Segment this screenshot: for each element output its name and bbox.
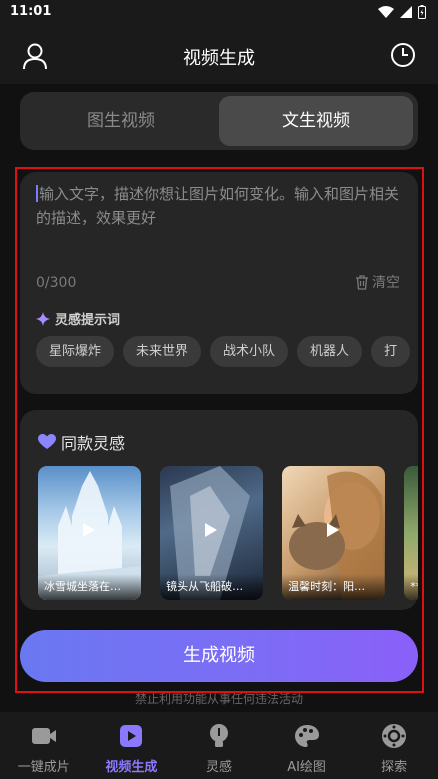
- nav-item-inspiration[interactable]: 灵感: [175, 712, 263, 779]
- history-button[interactable]: [390, 42, 416, 68]
- play-icon: [83, 523, 95, 537]
- thumbnail-card[interactable]: 冰雪城坐落在…: [38, 466, 141, 600]
- nav-label: 灵感: [205, 760, 232, 775]
- nav-label: 一键成片: [17, 760, 70, 775]
- tab-image-to-video[interactable]: 图生视频: [24, 96, 218, 146]
- thumbnail-card[interactable]: 温馨时刻：阳…: [282, 466, 386, 600]
- prompt-card: 输入文字，描述你想让图片如何变化。输入和图片相关的描述，效果更好 0/300 清…: [20, 172, 418, 394]
- page-title: 视频生成: [183, 48, 255, 69]
- tab-text-to-video[interactable]: 文生视频: [219, 96, 413, 146]
- status-icons: [378, 5, 426, 19]
- heart-icon: [38, 434, 56, 449]
- wifi-icon: [378, 6, 394, 18]
- status-bar: 11:01: [0, 0, 438, 26]
- sparkle-icon: [36, 311, 50, 326]
- chip[interactable]: 战术小队: [210, 336, 289, 367]
- signal-icon: [400, 6, 412, 18]
- mode-tabs: 图生视频 文生视频: [20, 92, 418, 150]
- nav-label: 视频生成: [105, 760, 158, 775]
- bottom-nav: 一键成片 视频生成 灵感 AI绘图 探索: [0, 712, 438, 779]
- app-header: 视频生成: [0, 26, 438, 84]
- inspiration-heading: 灵感提示词: [36, 309, 120, 328]
- trash-icon: [356, 275, 368, 290]
- similar-inspiration-card: 同款灵感 冰雪城坐落在… 镜头从飞船破… 温馨时刻：阳… **皮: [20, 410, 418, 610]
- clear-label: 清空: [372, 275, 400, 291]
- chip[interactable]: 未来世界: [123, 336, 202, 367]
- thumbnail-caption: 镜头从飞船破…: [160, 574, 264, 600]
- battery-icon: [418, 5, 426, 19]
- prompt-placeholder: 输入文字，描述你想让图片如何变化。输入和图片相关的描述，效果更好: [36, 185, 400, 227]
- nav-item-explore[interactable]: 探索: [350, 712, 438, 779]
- palette-icon: [294, 722, 320, 750]
- chip[interactable]: 打: [371, 336, 411, 367]
- generate-video-button[interactable]: 生成视频: [20, 630, 418, 682]
- char-counter: 0/300: [36, 275, 77, 291]
- nav-label: AI绘图: [287, 760, 326, 775]
- nav-item-one-click[interactable]: 一键成片: [0, 712, 88, 779]
- compass-icon: [381, 722, 407, 750]
- thumbnail-caption: **皮: [404, 574, 418, 600]
- play-icon: [205, 523, 218, 537]
- play-square-icon: [119, 722, 143, 750]
- play-icon: [327, 523, 340, 537]
- clear-button[interactable]: 清空: [354, 272, 400, 292]
- status-time: 11:01: [10, 4, 52, 19]
- nav-label: 探索: [381, 760, 408, 775]
- nav-item-video-generate[interactable]: 视频生成: [88, 712, 176, 779]
- similar-title: 同款灵感: [61, 434, 126, 453]
- lightbulb-icon: [208, 722, 230, 750]
- thumbnail-caption: 冰雪城坐落在…: [38, 574, 141, 600]
- clock-icon: [391, 43, 415, 67]
- thumbnail-card[interactable]: 镜头从飞船破…: [160, 466, 264, 600]
- chip[interactable]: 星际爆炸: [36, 336, 115, 367]
- similar-heading: 同款灵感: [38, 430, 125, 454]
- thumbnail-caption: 温馨时刻：阳…: [282, 574, 386, 600]
- prompt-input[interactable]: 输入文字，描述你想让图片如何变化。输入和图片相关的描述，效果更好: [36, 182, 402, 230]
- thumbnail-list: 冰雪城坐落在… 镜头从飞船破… 温馨时刻：阳… **皮: [38, 466, 418, 600]
- video-camera-icon: [31, 722, 57, 750]
- inspiration-chips: 星际爆炸 未来世界 战术小队 机器人打: [36, 336, 418, 368]
- disclaimer-text: 禁止利用功能从事任何违法活动: [134, 692, 303, 706]
- nav-item-ai-draw[interactable]: AI绘图: [263, 712, 351, 779]
- chip[interactable]: 机器人: [297, 336, 363, 367]
- thumbnail-card[interactable]: **皮: [404, 466, 418, 600]
- text-caret: [36, 185, 38, 202]
- inspiration-title: 灵感提示词: [55, 313, 121, 328]
